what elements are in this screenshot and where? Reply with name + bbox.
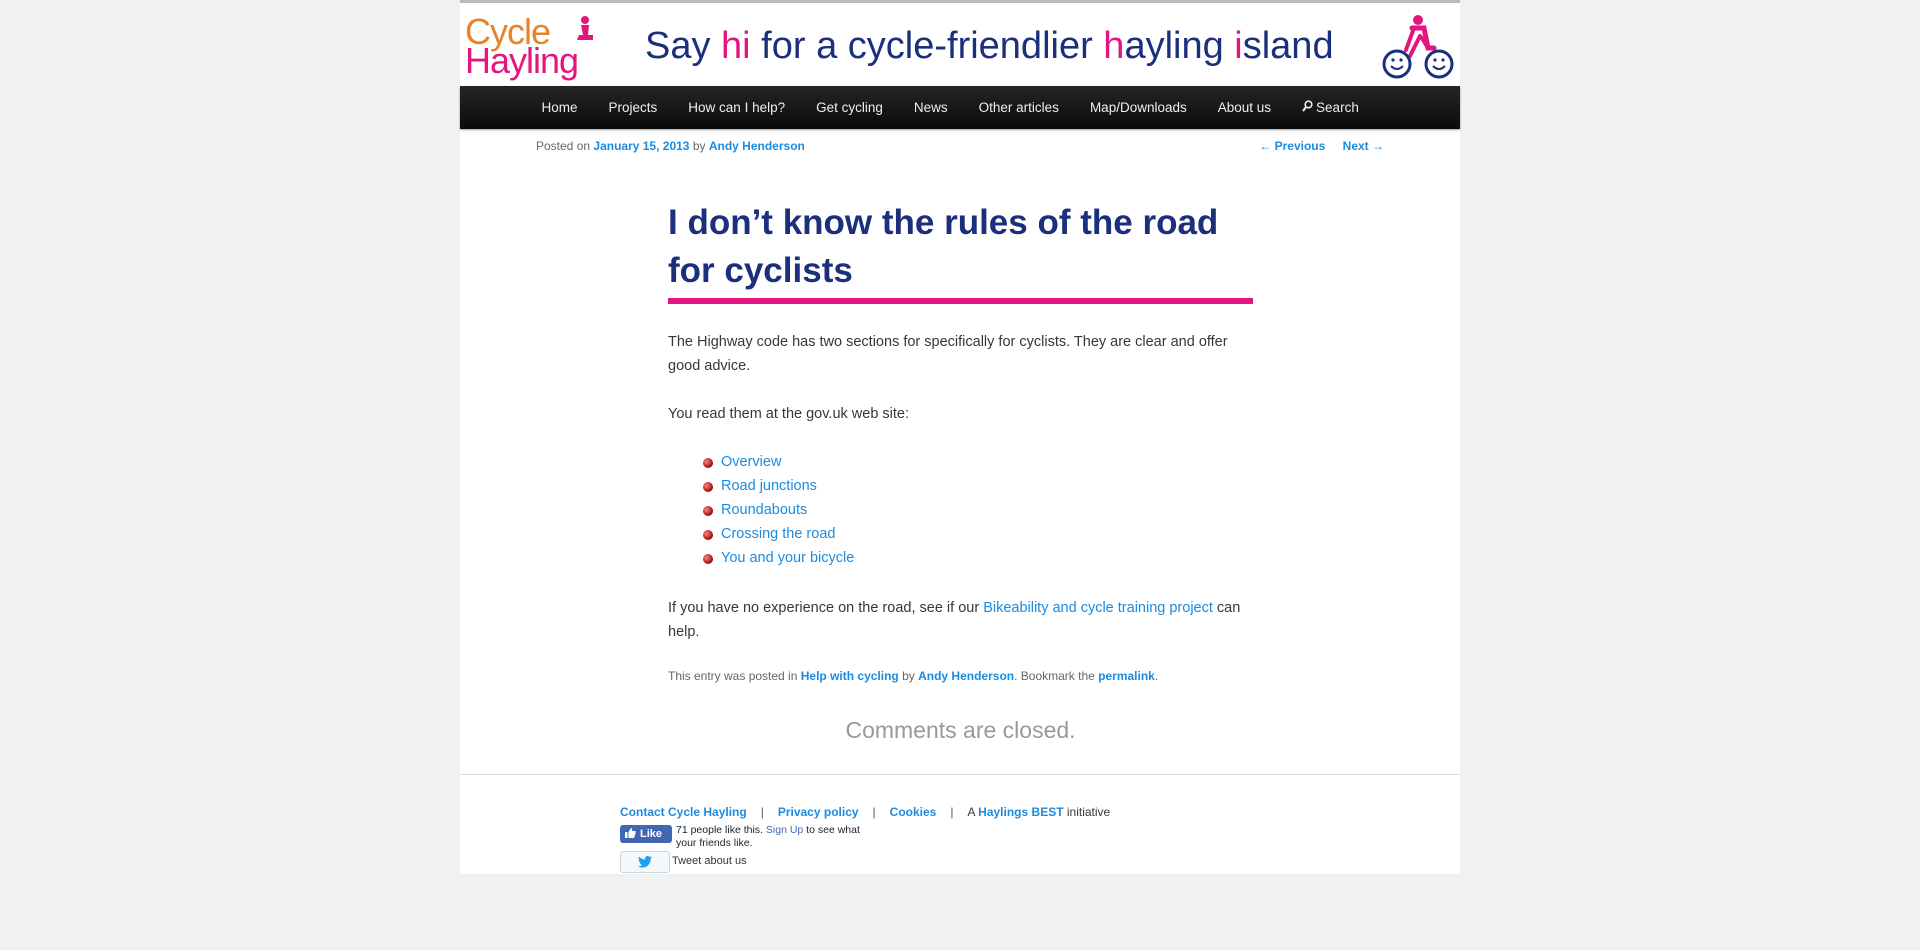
list-item: Roundabouts — [703, 498, 854, 522]
logo-line-2: Hayling — [465, 40, 579, 81]
link-road-junctions[interactable]: Road junctions — [721, 478, 817, 494]
bikeability-link[interactable]: Bikeability and cycle training project — [983, 600, 1213, 616]
post-date-link[interactable]: January 15, 2013 — [593, 139, 689, 153]
tagline-part: sland — [1242, 25, 1334, 67]
nav-item-home[interactable]: Home — [526, 86, 593, 129]
facebook-like-text: 71 people like this. Sign Up to see what… — [676, 824, 866, 850]
like-label: Like — [640, 828, 663, 840]
paragraph-bikeability: If you have no experience on the road, s… — [668, 596, 1258, 644]
smiling-bicycle-icon — [1382, 15, 1454, 79]
bullet-icon — [703, 506, 713, 516]
nav-item-how-can-i-help[interactable]: How can I help? — [673, 86, 801, 129]
main-navigation: Home Projects How can I help? Get cyclin… — [460, 86, 1460, 129]
list-item: You and your bicycle — [703, 546, 854, 570]
initiative-text: A — [967, 805, 979, 819]
tweet-button[interactable] — [620, 851, 670, 873]
cycle-hayling-logo[interactable]: Cycle Hayling — [463, 13, 603, 83]
tagline-highlight: hi — [721, 25, 751, 67]
title-underline — [668, 298, 1253, 304]
twitter-bird-icon — [638, 856, 652, 868]
tweet-about-us-text: Tweet about us — [672, 855, 747, 867]
contact-link[interactable]: Contact Cycle Hayling — [620, 805, 747, 819]
thumbs-up-icon — [625, 828, 636, 838]
link-roundabouts[interactable]: Roundabouts — [721, 502, 807, 518]
bullet-icon — [703, 554, 713, 564]
posted-on-label: Posted on — [536, 139, 591, 153]
permalink-link[interactable]: permalink — [1098, 669, 1155, 683]
search-label: Search — [1316, 100, 1359, 115]
nav-item-about-us[interactable]: About us — [1202, 86, 1286, 129]
initiative-text: initiative — [1063, 805, 1111, 819]
next-post-link[interactable]: Next → — [1343, 139, 1384, 153]
footer-text: . — [1154, 669, 1159, 683]
footer-text: . Bookmark the — [1014, 669, 1099, 683]
by-label: by — [692, 139, 706, 153]
tagline-highlight: h — [1103, 25, 1125, 67]
paragraph-text: If you have no experience on the road, s… — [668, 600, 984, 616]
bullet-icon — [703, 458, 713, 468]
facebook-like-button[interactable]: Like — [620, 825, 672, 843]
comments-closed-notice: Comments are closed. — [845, 717, 1076, 743]
paragraph-gov-uk: You read them at the gov.uk web site: — [668, 406, 910, 422]
category-link[interactable]: Help with cycling — [801, 669, 899, 683]
cyclist-figure-icon — [577, 16, 593, 40]
post-title: I don’t know the rules of the road for c… — [668, 203, 1219, 290]
site-footer: Contact Cycle Hayling | Privacy policy | Coo… — [460, 774, 1460, 878]
separator: | — [950, 805, 954, 819]
link-you-and-your-bicycle[interactable]: You and your bicycle — [721, 550, 854, 566]
previous-post-link[interactable]: ← Previous — [1259, 139, 1325, 153]
post-meta: Posted on January 15, 2013 by Andy Hende… — [536, 139, 805, 153]
footer-text: This entry was posted in — [668, 669, 801, 683]
footer-links: Contact Cycle Hayling | Privacy policy | Coo… — [620, 805, 1110, 819]
haylings-best-link[interactable]: Haylings BEST — [978, 805, 1063, 819]
paragraph-intro: The Highway code has two sections for sp… — [668, 334, 1228, 374]
list-item: Overview — [703, 450, 854, 474]
like-count-text: 71 people like this. — [676, 824, 766, 836]
separator: | — [872, 805, 876, 819]
magnifier-icon — [1302, 100, 1313, 112]
nav-item-other-articles[interactable]: Other articles — [963, 86, 1074, 129]
tagline-part: for a cycle-friendlier — [750, 25, 1104, 67]
footer-author-link[interactable]: Andy Henderson — [918, 669, 1014, 683]
site-header: Cycle Hayling Say hi for a cycle-friendl… — [460, 3, 1460, 86]
bullet-icon — [703, 482, 713, 492]
post-navigation: ← Previous Next → — [1245, 139, 1384, 153]
cookies-link[interactable]: Cookies — [890, 805, 937, 819]
link-overview[interactable]: Overview — [721, 454, 781, 470]
site-tagline: Say hi for a cycle-friendlier hayling is… — [645, 25, 1334, 68]
nav-item-projects[interactable]: Projects — [593, 86, 673, 129]
nav-item-news[interactable]: News — [898, 86, 963, 129]
page: Cycle Hayling Say hi for a cycle-friendl… — [460, 0, 1460, 874]
separator: | — [760, 805, 764, 819]
nav-item-map-downloads[interactable]: Map/Downloads — [1074, 86, 1202, 129]
list-item: Crossing the road — [703, 522, 854, 546]
list-item: Road junctions — [703, 474, 854, 498]
privacy-policy-link[interactable]: Privacy policy — [778, 805, 859, 819]
bullet-icon — [703, 530, 713, 540]
facebook-signup-link[interactable]: Sign Up — [766, 824, 803, 836]
footer-text: by — [898, 669, 919, 683]
tagline-part: Say — [645, 25, 722, 67]
tagline-part: ayling — [1124, 25, 1235, 67]
link-crossing-the-road[interactable]: Crossing the road — [721, 526, 835, 542]
tagline-highlight: i — [1234, 25, 1243, 67]
nav-item-get-cycling[interactable]: Get cycling — [801, 86, 899, 129]
highway-code-links: Overview Road junctions Roundabouts Cros… — [703, 450, 854, 570]
nav-item-search[interactable]: Search — [1287, 86, 1375, 129]
entry-footer: This entry was posted in Help with cycli… — [668, 669, 1158, 683]
post-author-link[interactable]: Andy Henderson — [709, 139, 805, 153]
